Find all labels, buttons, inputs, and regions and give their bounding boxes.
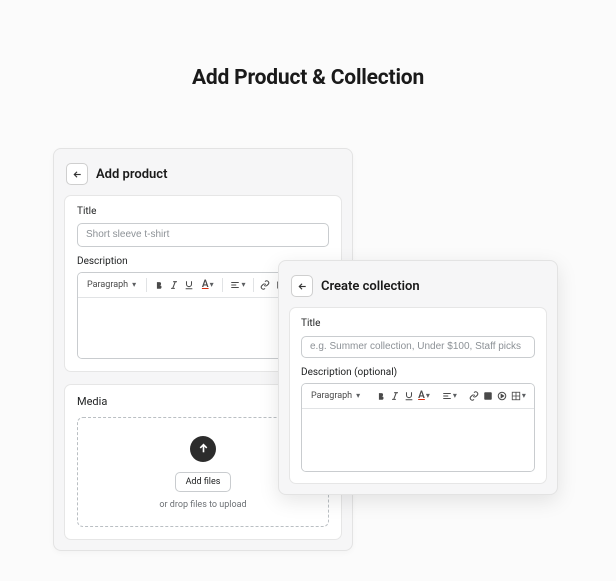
create-collection-panel: Create collection Title Description (opt… bbox=[278, 260, 558, 495]
chevron-down-icon: ▾ bbox=[426, 391, 430, 400]
add-files-button[interactable]: Add files bbox=[175, 472, 232, 492]
video-button[interactable] bbox=[497, 387, 507, 405]
chevron-down-icon: ▾ bbox=[132, 280, 136, 289]
title-label: Title bbox=[301, 318, 535, 329]
chevron-down-icon: ▾ bbox=[356, 391, 360, 400]
paragraph-select-label: Paragraph bbox=[87, 280, 128, 290]
paragraph-select[interactable]: Paragraph ▾ bbox=[83, 278, 140, 292]
bold-button[interactable] bbox=[376, 387, 386, 405]
bold-button[interactable] bbox=[153, 276, 164, 294]
text-color-button[interactable]: A▾ bbox=[199, 276, 216, 294]
link-button[interactable] bbox=[469, 387, 479, 405]
italic-button[interactable] bbox=[168, 276, 179, 294]
text-color-button[interactable]: A▾ bbox=[418, 387, 430, 405]
back-button[interactable] bbox=[66, 163, 88, 185]
title-label: Title bbox=[77, 206, 329, 217]
collection-main-card: Title Description (optional) Paragraph ▾… bbox=[289, 307, 547, 484]
italic-button[interactable] bbox=[390, 387, 400, 405]
chevron-down-icon: ▾ bbox=[522, 391, 526, 400]
drop-hint: or drop files to upload bbox=[86, 500, 320, 510]
chevron-down-icon: ▾ bbox=[210, 280, 214, 289]
editor-toolbar: Paragraph ▾ A▾ ▾ ▾ ⋯ </> bbox=[302, 384, 534, 409]
page-title: Add Product & Collection bbox=[0, 0, 616, 90]
underline-button[interactable] bbox=[184, 276, 195, 294]
link-button[interactable] bbox=[259, 276, 270, 294]
collection-heading: Create collection bbox=[321, 279, 420, 294]
arrow-left-icon bbox=[297, 281, 308, 292]
product-heading: Add product bbox=[96, 167, 167, 182]
chevron-down-icon: ▾ bbox=[241, 280, 245, 289]
chevron-down-icon: ▾ bbox=[453, 391, 457, 400]
description-label: Description (optional) bbox=[301, 367, 535, 378]
image-button[interactable] bbox=[483, 387, 493, 405]
back-button[interactable] bbox=[291, 275, 313, 297]
paragraph-select[interactable]: Paragraph ▾ bbox=[307, 389, 364, 403]
editor-body[interactable] bbox=[302, 409, 534, 471]
align-button[interactable]: ▾ bbox=[229, 276, 246, 294]
align-button[interactable]: ▾ bbox=[442, 387, 457, 405]
product-title-input[interactable] bbox=[77, 223, 329, 247]
rich-text-editor: Paragraph ▾ A▾ ▾ ▾ ⋯ </> bbox=[301, 383, 535, 472]
arrow-left-icon bbox=[72, 169, 83, 180]
underline-button[interactable] bbox=[404, 387, 414, 405]
paragraph-select-label: Paragraph bbox=[311, 391, 352, 401]
upload-icon bbox=[190, 436, 216, 462]
collection-title-input[interactable] bbox=[301, 336, 535, 358]
table-button[interactable]: ▾ bbox=[511, 387, 526, 405]
